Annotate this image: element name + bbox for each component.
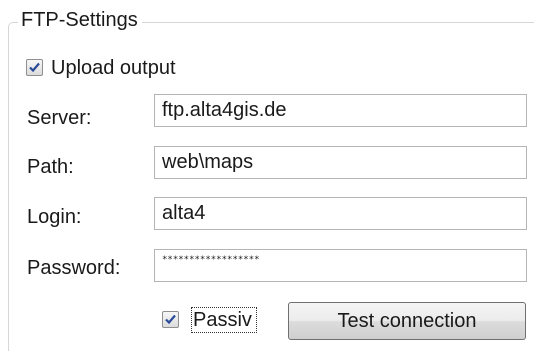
password-mask: ****************** <box>162 255 260 265</box>
passive-checkbox[interactable] <box>162 311 179 328</box>
server-label: Server: <box>27 107 92 129</box>
password-label: Password: <box>27 257 121 279</box>
path-label: Path: <box>27 156 74 178</box>
checkmark-icon <box>165 314 176 325</box>
upload-output-label[interactable]: Upload output <box>51 56 176 80</box>
server-input[interactable]: ftp.alta4gis.de <box>154 94 527 127</box>
test-connection-button[interactable]: Test connection <box>288 302 526 340</box>
ftp-settings-title: FTP-Settings <box>18 7 142 33</box>
login-label: Login: <box>27 206 82 228</box>
passive-label[interactable]: Passiv <box>191 307 257 333</box>
checkmark-icon <box>29 62 40 73</box>
path-input[interactable]: web\maps <box>154 146 527 179</box>
upload-output-checkbox[interactable] <box>26 59 43 76</box>
login-input[interactable]: alta4 <box>154 197 527 230</box>
password-input[interactable]: ****************** <box>154 249 527 282</box>
